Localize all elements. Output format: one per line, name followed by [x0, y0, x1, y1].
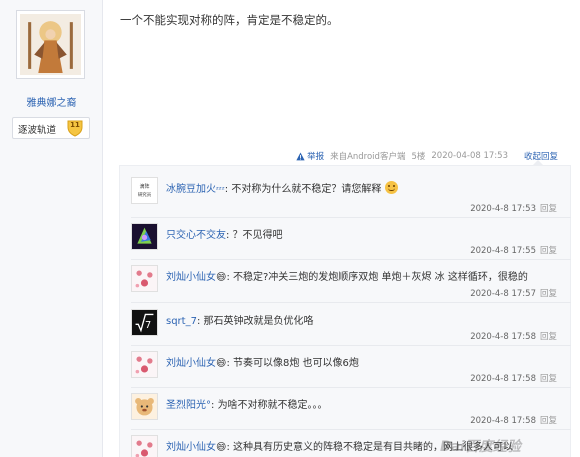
reply-text: 为啥不对称就不稳定。。。 — [217, 400, 328, 411]
reply-username[interactable]: 刘灿小仙女 — [166, 442, 216, 453]
reply-text: 那石英钟改就是负优化咯 — [203, 316, 314, 327]
divider — [131, 302, 571, 303]
avatar-image — [20, 14, 81, 75]
reply-avatar[interactable] — [131, 393, 158, 420]
reply-time: 2020-4-8 17:58 — [470, 374, 536, 384]
reply-username[interactable]: 圣烈阳光° — [166, 400, 211, 411]
reply-button[interactable]: 回复 — [540, 204, 557, 214]
reply-avatar[interactable] — [131, 265, 158, 292]
reply-button[interactable]: 回复 — [540, 332, 557, 342]
svg-text:滴阵: 滴阵 — [140, 183, 150, 190]
reply-button[interactable]: 回复 — [540, 246, 557, 256]
post-page: 雅典娜之裔 逐波轨道 11 一个不能实现对称的阵，肯定是不稳定的。 举报 来自A… — [0, 0, 580, 457]
post-source: 来自Android客户端 — [330, 152, 406, 162]
divider — [131, 387, 571, 388]
report-link[interactable]: 举报 — [296, 150, 324, 162]
author-avatar[interactable] — [16, 10, 85, 79]
reply-username[interactable]: sqrt_7 — [166, 316, 197, 327]
report-label: 举报 — [307, 152, 325, 162]
reply-avatar[interactable] — [131, 435, 158, 457]
divider — [131, 259, 571, 260]
author-name[interactable]: 雅典娜之裔 — [0, 94, 103, 109]
warning-icon — [296, 151, 305, 160]
reply-username[interactable]: 刘灿小仙女 — [166, 358, 216, 369]
reply-time: 2020-4-8 17:58 — [470, 416, 536, 426]
reply-button[interactable]: 回复 — [540, 374, 557, 384]
reply-time: 2020-4-8 17:53 — [470, 204, 536, 214]
post-floor: 5楼 — [411, 152, 426, 162]
reply-username[interactable]: 冰腕豆加火 — [166, 184, 216, 195]
badge-level: 11 — [70, 121, 80, 129]
reply-button[interactable]: 回复 — [540, 416, 557, 426]
level-badge[interactable]: 逐波轨道 11 — [12, 117, 90, 139]
post-meta: 举报 来自Android客户端 5楼 2020-04-08 17:53 收起回复 — [296, 149, 558, 163]
smile-emoji-icon — [384, 181, 398, 194]
reply-text: 节奏可以像8炮 也可以像6炮 — [233, 358, 359, 369]
post-content: 一个不能实现对称的阵，肯定是不稳定的。 — [120, 13, 339, 27]
reply-username[interactable]: 只交心不交友 — [166, 230, 226, 241]
level-shield-icon: 11 — [66, 119, 84, 137]
reply-avatar[interactable] — [131, 223, 158, 250]
reply-text: ？不见得吧 — [232, 230, 283, 241]
reply-time: 2020-4-8 17:55 — [470, 246, 536, 256]
reply-time: 2020-4-8 17:57 — [470, 289, 536, 299]
reply-username[interactable]: 刘灿小仙女 — [166, 272, 216, 283]
reply-button[interactable]: 回复 — [540, 289, 557, 299]
reply-avatar[interactable]: 滴阵 研究员 — [131, 177, 158, 204]
svg-text:7: 7 — [145, 320, 151, 331]
reply-text: 不稳定?冲关三炮的发炮顺序双炮 单炮＋灰烬 冰 这样循环，很稳的 — [233, 272, 528, 283]
divider — [131, 345, 571, 346]
divider — [131, 429, 571, 430]
post-time: 2020-04-08 17:53 — [431, 151, 508, 161]
divider — [131, 217, 571, 218]
badge-label: 逐波轨道 — [18, 125, 57, 136]
laugh-emoji-icon: 😄 — [216, 442, 227, 453]
reply-avatar[interactable] — [131, 351, 158, 378]
reply-time: 2020-4-8 17:58 — [470, 332, 536, 342]
laugh-emoji-icon: 😄 — [216, 272, 227, 283]
reply-text: 不对称为什么就不稳定？请您解释 — [231, 184, 382, 195]
author-panel: 雅典娜之裔 逐波轨道 11 — [0, 0, 103, 457]
laugh-emoji-icon: 😄 — [216, 358, 227, 369]
watermark: Bai百度经验 — [440, 439, 521, 455]
reply-avatar[interactable]: 7 — [131, 309, 158, 336]
